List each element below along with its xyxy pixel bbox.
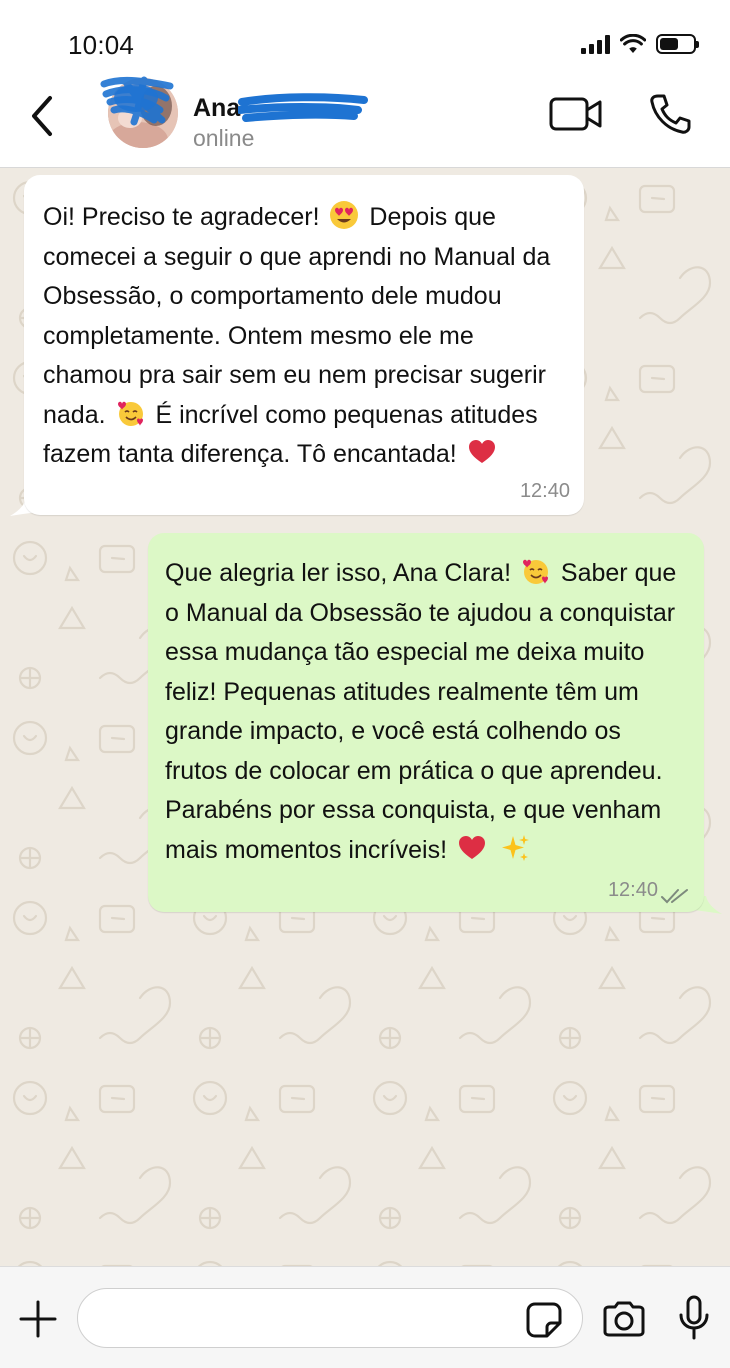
chevron-left-icon [32,96,52,136]
smiling-hearts-emoji [521,556,551,586]
microphone-button[interactable] [672,1293,716,1343]
cellular-signal-icon [581,34,610,54]
phone-icon [650,94,691,134]
red-heart-emoji [457,833,487,863]
wifi-icon [620,34,646,53]
camera-icon [603,1301,645,1337]
message-segment: Saber que o Manual da Obsessão te ajudou… [165,559,677,864]
chat-area[interactable]: Oi! Preciso te agradecer! Depois que com… [0,168,730,1266]
incoming-message-text: Oi! Preciso te agradecer! Depois que com… [43,198,560,475]
sticker-icon [526,1302,562,1338]
status-bar: 10:04 [0,0,730,78]
video-camera-icon [549,97,602,131]
microphone-icon [679,1295,709,1340]
name-redaction-scribble [238,93,368,122]
message-input-bar [0,1266,730,1368]
attach-button[interactable] [16,1297,60,1341]
heart-eyes-emoji [329,200,359,230]
message-input[interactable] [77,1288,583,1348]
contact-status: online [193,125,255,151]
chat-header: Ana online [0,76,730,168]
double-check-read-icon [661,889,688,904]
status-icons [581,32,699,56]
red-heart-emoji [467,437,497,467]
outgoing-message-text: Que alegria ler isso, Ana Clara! Saber q… [165,554,686,870]
status-time: 10:04 [68,30,135,60]
back-button[interactable] [22,92,62,140]
camera-button[interactable] [600,1297,648,1341]
message-segment: Oi! Preciso te agradecer! [43,203,320,231]
battery-icon [656,34,699,54]
message-timestamp: 12:40 [607,878,658,901]
battery-level [660,38,678,50]
video-call-button[interactable] [548,92,604,136]
message-timestamp: 12:40 [519,479,570,502]
avatar-redaction-scribble [100,76,174,126]
sticker-button[interactable] [523,1299,565,1341]
outgoing-message-bubble[interactable]: Que alegria ler isso, Ana Clara! Saber q… [148,533,704,912]
message-segment: Que alegria ler isso, Ana Clara! [165,559,512,587]
plus-icon [19,1300,57,1338]
voice-call-button[interactable] [646,90,694,138]
message-segment: Depois que comecei a seguir o que aprend… [43,203,551,429]
smiling-hearts-emoji [116,398,146,428]
incoming-message-bubble[interactable]: Oi! Preciso te agradecer! Depois que com… [24,175,584,515]
sparkles-emoji [500,833,530,863]
contact-name[interactable]: Ana [193,94,240,123]
